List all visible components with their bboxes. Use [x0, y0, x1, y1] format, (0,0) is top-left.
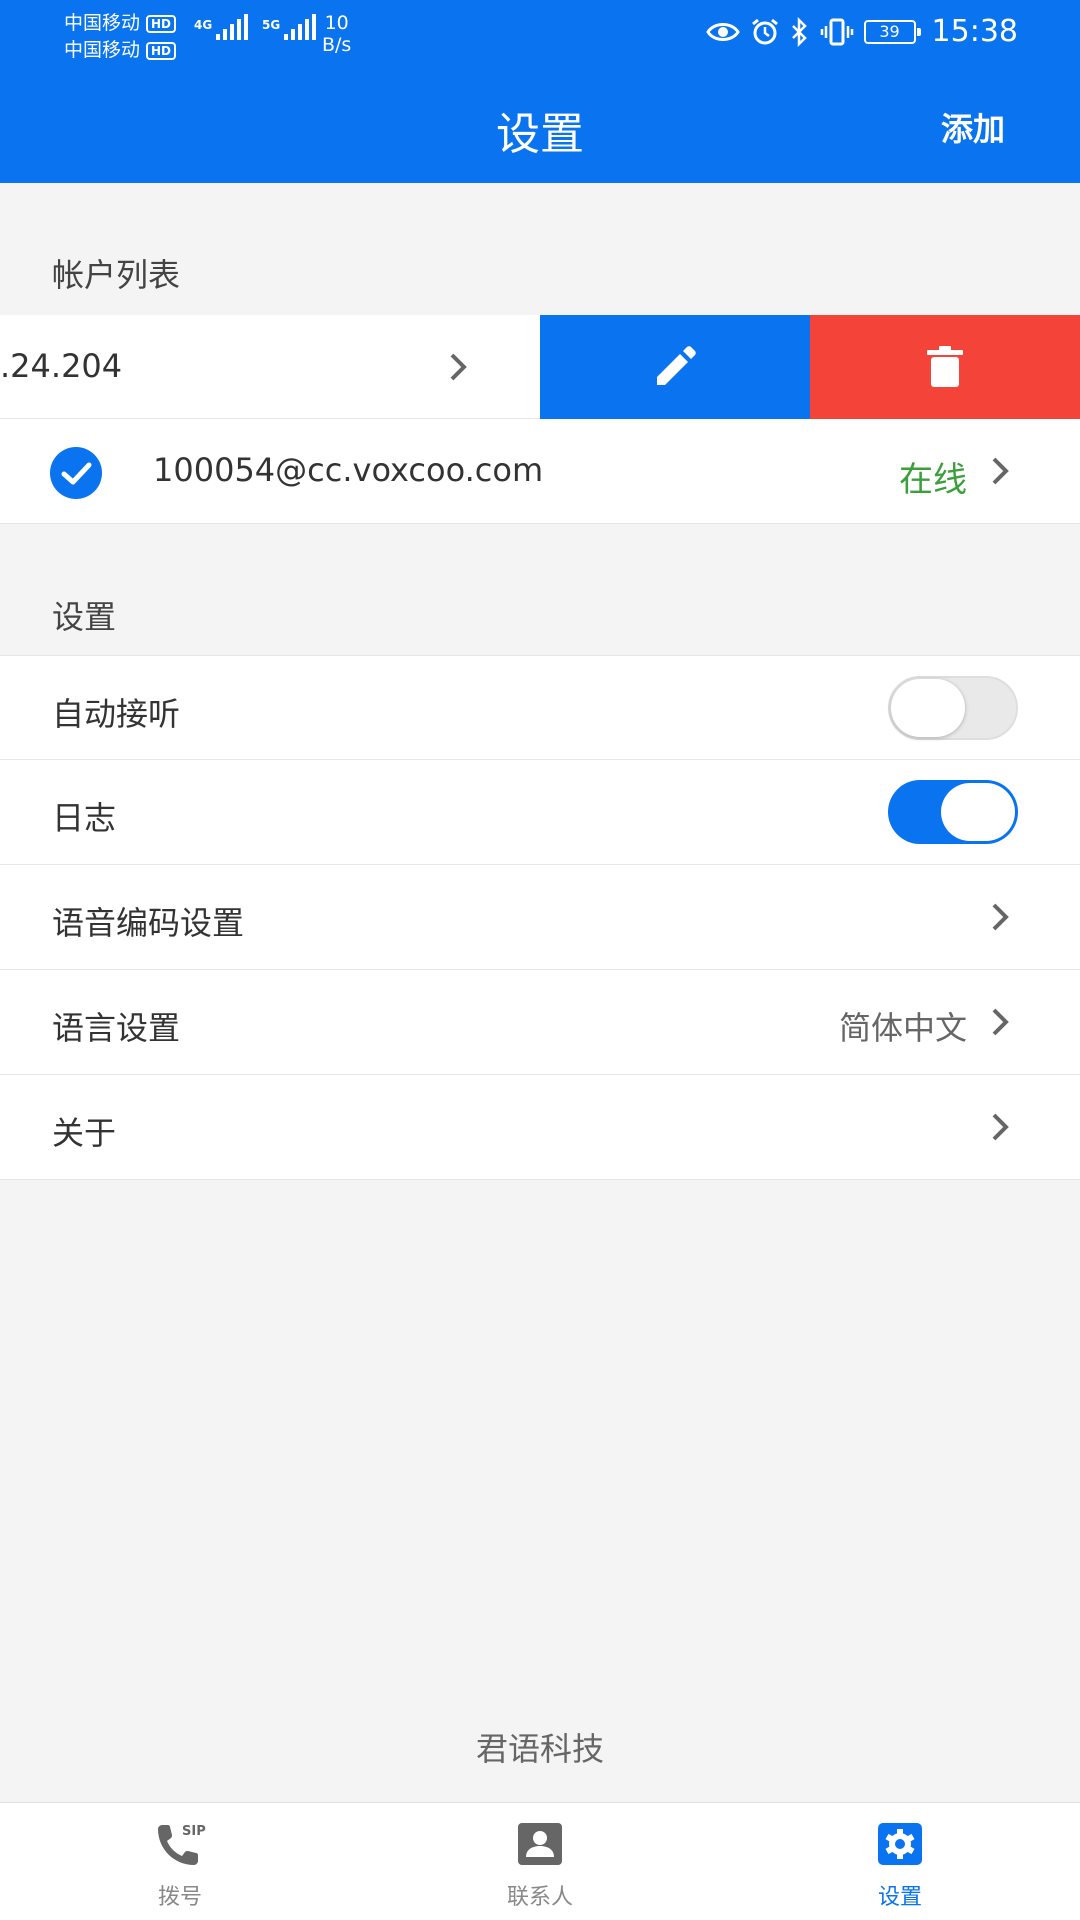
language-value: 简体中文: [838, 1009, 967, 1047]
account-row[interactable]: 100054@cc.voxcoo.com 在线: [0, 419, 1080, 524]
log-row: 日志: [0, 760, 1080, 865]
nav-label-settings: 设置: [877, 1885, 922, 1910]
nav-item-contacts[interactable]: 联系人: [360, 1803, 720, 1920]
log-label: 日志: [52, 799, 117, 837]
signal-indicators: 4G 5G: [194, 14, 316, 40]
language-settings-row[interactable]: 语言设置 简体中文: [0, 970, 1080, 1075]
about-label: 关于: [52, 1114, 117, 1152]
account-row-swiped[interactable]: .24.204: [0, 315, 1080, 419]
alarm-icon: [751, 18, 778, 44]
account-address: 100054@cc.voxcoo.com: [153, 451, 544, 489]
vibrate-icon: [820, 18, 853, 45]
app-header: 中国移动 HD 中国移动 HD 4G 5G 10 B/s 39 15:38 设置…: [0, 0, 1080, 183]
bottom-nav: SIP 拨号 联系人 设置: [0, 1802, 1080, 1920]
nav-item-settings[interactable]: 设置: [720, 1803, 1080, 1920]
bluetooth-icon: [791, 16, 807, 47]
nav-label-contacts: 联系人: [506, 1885, 573, 1910]
auto-answer-row: 自动接听: [0, 655, 1080, 760]
svg-text:SIP: SIP: [182, 1824, 206, 1839]
chevron-right-icon: [992, 1113, 1009, 1141]
edit-account-button[interactable]: [540, 315, 810, 419]
phone-sip-icon: SIP: [158, 1824, 206, 1865]
account-address: .24.204: [0, 347, 123, 385]
page-title: 设置: [496, 109, 584, 160]
pencil-icon: [657, 346, 696, 385]
delete-account-button[interactable]: [810, 315, 1080, 419]
codec-settings-row[interactable]: 语音编码设置: [0, 865, 1080, 970]
chevron-right-icon: [450, 353, 467, 381]
hd-badge: HD: [146, 14, 177, 33]
account-list-header: 帐户列表: [52, 256, 181, 294]
brand-footer: 君语科技: [475, 1730, 604, 1768]
hd-badge: HD: [146, 41, 177, 60]
battery-icon: 39: [863, 19, 921, 44]
log-toggle[interactable]: [888, 780, 1018, 844]
contact-icon: [518, 1823, 562, 1865]
auto-answer-toggle[interactable]: [888, 676, 1018, 740]
status-icons: 39 15:38: [705, 14, 1018, 49]
nav-label-dialer: 拨号: [157, 1885, 202, 1910]
codec-settings-label: 语音编码设置: [52, 904, 245, 942]
eye-icon: [705, 22, 740, 41]
status-time: 15:38: [931, 14, 1018, 49]
toggle-knob: [941, 783, 1015, 841]
carrier-name-1: 中国移动: [64, 12, 141, 34]
carrier-info: 中国移动 HD 中国移动 HD: [64, 10, 177, 64]
status-badge: 在线: [899, 460, 967, 500]
chevron-right-icon: [992, 457, 1009, 485]
signal-strength-icon: 5G: [262, 14, 316, 40]
toggle-knob: [891, 679, 965, 737]
chevron-right-icon: [992, 903, 1009, 931]
about-row[interactable]: 关于: [0, 1075, 1080, 1180]
auto-answer-label: 自动接听: [52, 695, 181, 733]
language-settings-label: 语言设置: [52, 1009, 181, 1047]
gear-icon: [878, 1823, 922, 1865]
nav-item-dialer[interactable]: SIP 拨号: [0, 1803, 360, 1920]
check-circle-icon: [50, 447, 102, 499]
status-bar: 中国移动 HD 中国移动 HD 4G 5G 10 B/s 39 15:38: [0, 0, 1080, 70]
settings-section-header: 设置: [52, 598, 117, 636]
chevron-right-icon: [992, 1008, 1009, 1036]
add-account-button[interactable]: 添加: [941, 104, 1005, 150]
carrier-name-2: 中国移动: [64, 39, 141, 61]
signal-strength-icon: 4G: [194, 14, 248, 40]
network-speed: 10 B/s: [322, 12, 352, 56]
trash-icon: [927, 346, 963, 387]
